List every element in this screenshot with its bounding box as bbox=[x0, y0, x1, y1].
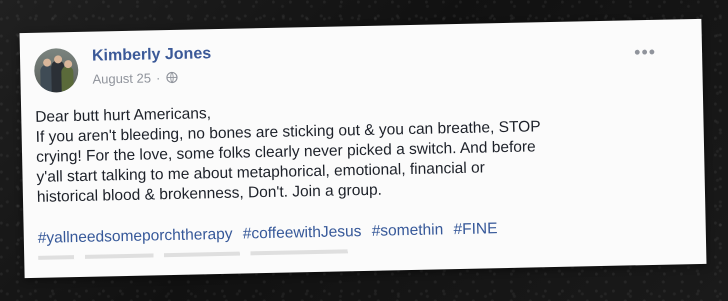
post-date-link[interactable]: August 25 bbox=[92, 70, 151, 86]
post-header: Kimberly Jones August 25 · ••• bbox=[33, 31, 675, 94]
author-name-link[interactable]: Kimberly Jones bbox=[92, 45, 212, 65]
more-icon[interactable]: ••• bbox=[634, 42, 656, 63]
hashtag-link[interactable]: #coffeewithJesus bbox=[243, 223, 362, 242]
globe-icon[interactable] bbox=[165, 71, 178, 84]
facebook-post-card: Kimberly Jones August 25 · ••• Dear butt… bbox=[19, 18, 707, 279]
avatar-head-right bbox=[64, 60, 73, 69]
cut-off-text-row bbox=[38, 248, 399, 260]
hashtag-row: #yallneedsomeporchtherapy #coffeewithJes… bbox=[38, 215, 688, 249]
hashtag-link[interactable]: #FINE bbox=[453, 220, 497, 238]
post-meta: August 25 · bbox=[92, 70, 178, 87]
hashtag-link[interactable]: #somethin bbox=[372, 221, 444, 239]
hashtag-link[interactable]: #yallneedsomeporchtherapy bbox=[38, 226, 233, 247]
meta-separator: · bbox=[155, 70, 161, 86]
post-body: Dear butt hurt Americans, If you aren't … bbox=[35, 94, 687, 208]
avatar-figure-right bbox=[61, 66, 74, 93]
author-avatar[interactable] bbox=[33, 47, 79, 93]
